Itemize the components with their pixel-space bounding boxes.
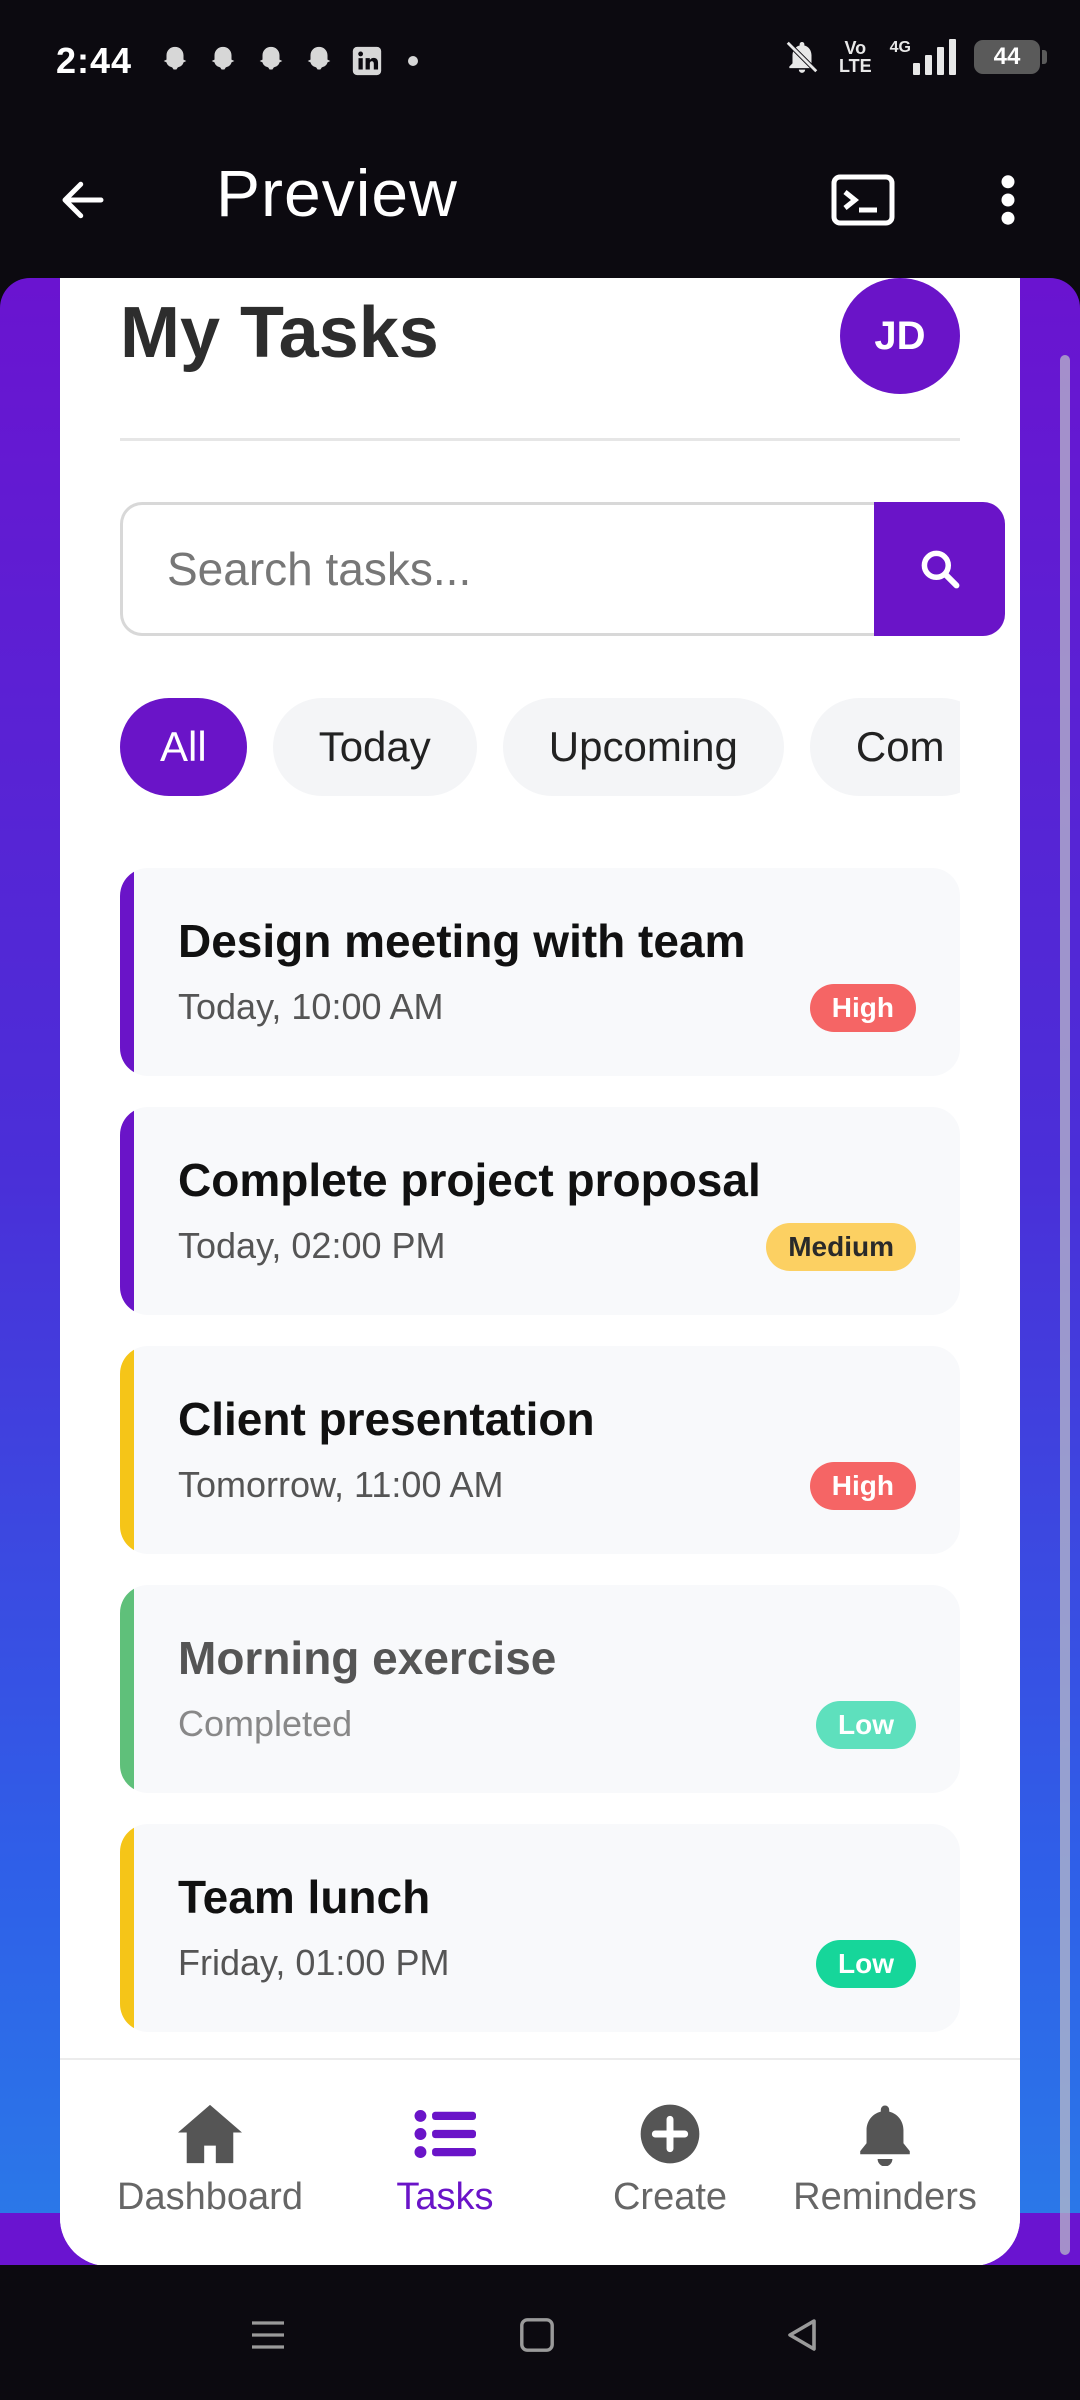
square-icon <box>520 2318 554 2352</box>
back-nav-button[interactable] <box>780 2313 824 2357</box>
nav-reminders[interactable]: Reminders <box>780 2100 990 2219</box>
priority-badge: Low <box>816 1701 916 1749</box>
filter-chip-upcoming[interactable]: Upcoming <box>502 698 784 796</box>
avatar[interactable]: JD <box>840 278 960 394</box>
terminal-icon <box>831 174 895 226</box>
filter-chip-completed[interactable]: Com <box>809 698 960 796</box>
nav-label: Tasks <box>396 2176 494 2218</box>
volte-line2: LTE <box>838 56 872 76</box>
mute-icon <box>783 38 821 76</box>
filter-chip-all[interactable]: All <box>120 698 247 796</box>
more-options-button[interactable] <box>985 167 1031 233</box>
home-button[interactable] <box>515 2313 559 2357</box>
task-card[interactable]: Design meeting with team Today, 10:00 AM… <box>120 868 960 1076</box>
task-title: Design meeting with team <box>178 915 746 967</box>
plus-circle-icon <box>640 2104 700 2164</box>
nav-create[interactable]: Create <box>540 2100 800 2219</box>
priority-badge: Medium <box>766 1223 916 1271</box>
search-bar <box>120 502 1020 636</box>
priority-bar <box>120 868 134 1076</box>
nav-label: Create <box>612 2176 728 2218</box>
search-icon <box>921 550 959 589</box>
notification-icons <box>158 42 418 80</box>
more-vertical-icon <box>1001 175 1015 225</box>
status-bar: 2:44 Vo LTE 4G 44 <box>0 0 1080 125</box>
header-divider <box>120 438 960 441</box>
console-button[interactable] <box>830 167 896 233</box>
more-notifications-dot <box>408 56 418 66</box>
task-card[interactable]: Team lunch Friday, 01:00 PM Low <box>120 1824 960 2032</box>
recents-button[interactable] <box>246 2313 290 2357</box>
preview-scrollbar[interactable] <box>1060 355 1070 2255</box>
task-time: Tomorrow, 11:00 AM <box>178 1464 504 1505</box>
task-time: Completed <box>178 1703 353 1744</box>
filter-chip-today[interactable]: Today <box>272 698 477 796</box>
app-bar: Preview <box>0 125 1080 275</box>
priority-badge: High <box>809 984 916 1032</box>
nav-label: Reminders <box>793 2176 977 2218</box>
task-card[interactable]: Morning exercise Completed Low <box>120 1585 960 1793</box>
home-icon <box>178 2104 242 2164</box>
status-time: 2:44 <box>56 40 133 81</box>
triangle-back-icon <box>788 2319 816 2351</box>
back-button[interactable] <box>52 169 114 231</box>
battery-icon: 44 <box>974 40 1047 74</box>
priority-bar <box>120 1585 134 1793</box>
volte-indicator: Vo LTE <box>839 39 872 75</box>
priority-bar <box>120 1107 134 1315</box>
list-icon <box>414 2109 476 2159</box>
app-bar-title: Preview <box>216 156 458 230</box>
system-nav-bar <box>0 2265 1080 2400</box>
snapchat-icon <box>158 42 192 80</box>
search-button[interactable] <box>874 502 1005 636</box>
network-type: 4G <box>889 39 911 56</box>
arrow-left-icon <box>62 181 104 219</box>
battery-level: 44 <box>993 43 1021 70</box>
nav-tasks[interactable]: Tasks <box>360 2100 530 2219</box>
system-status-icons: Vo LTE 4G 44 <box>783 38 1047 76</box>
task-card[interactable]: Client presentation Tomorrow, 11:00 AM H… <box>120 1346 960 1554</box>
priority-bar <box>120 1346 134 1554</box>
task-time: Today, 02:00 PM <box>178 1225 446 1266</box>
snapchat-icon <box>302 42 336 80</box>
filter-chips: All Today Upcoming Com <box>120 698 960 796</box>
task-title: Complete project proposal <box>178 1154 761 1206</box>
linkedin-icon <box>350 44 384 78</box>
task-card[interactable]: Complete project proposal Today, 02:00 P… <box>120 1107 960 1315</box>
snapchat-icon <box>254 42 288 80</box>
priority-badge: Low <box>816 1940 916 1988</box>
cellular-indicator: 4G <box>890 39 956 75</box>
menu-icon <box>252 2321 284 2349</box>
task-title: Team lunch <box>178 1871 431 1923</box>
snapchat-icon <box>206 42 240 80</box>
task-title: Morning exercise <box>178 1632 557 1684</box>
volte-line1: Vo <box>844 38 867 58</box>
tasks-app-card: My Tasks JD All Today Upcoming Com Design m… <box>60 278 1020 2266</box>
nav-label: Dashboard <box>117 2176 303 2218</box>
bell-icon <box>860 2105 910 2166</box>
nav-dashboard[interactable]: Dashboard <box>90 2100 330 2219</box>
signal-icon <box>913 39 956 75</box>
priority-badge: High <box>809 1462 916 1510</box>
page-title: My Tasks <box>120 293 439 373</box>
bottom-nav: Dashboard Tasks Create Reminders <box>60 2058 1020 2266</box>
search-input[interactable] <box>120 502 874 636</box>
task-time: Today, 10:00 AM <box>178 986 444 1027</box>
task-title: Client presentation <box>178 1393 595 1445</box>
priority-bar <box>120 1824 134 2032</box>
task-time: Friday, 01:00 PM <box>178 1942 450 1983</box>
